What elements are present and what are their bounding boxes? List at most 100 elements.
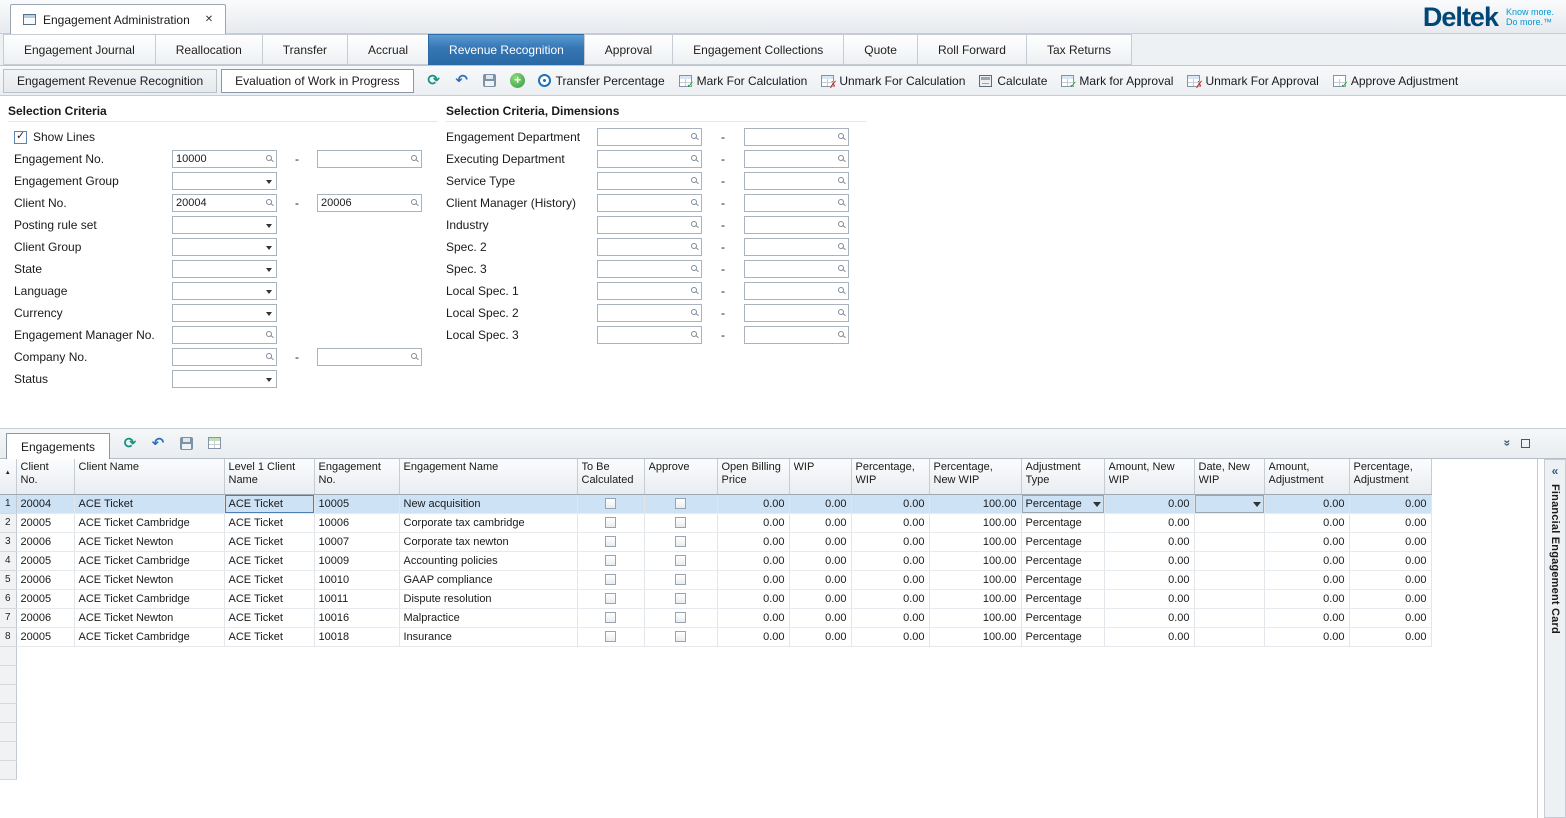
service-type-input[interactable] xyxy=(597,172,702,190)
cell-level1-client-name[interactable]: ACE Ticket xyxy=(224,589,314,608)
cell-percentage-adjustment[interactable]: 0.00 xyxy=(1349,513,1431,532)
cell-client-no[interactable]: 20006 xyxy=(16,532,74,551)
local-spec-1-to-input[interactable] xyxy=(744,282,849,300)
cell-engagement-no[interactable]: 10016 xyxy=(314,608,399,627)
cell-engagement-name[interactable]: Dispute resolution xyxy=(399,589,577,608)
engagement-group-input[interactable] xyxy=(172,172,277,190)
table-row[interactable]: 720006ACE Ticket NewtonACE Ticket10016Ma… xyxy=(0,608,1431,627)
row-number[interactable]: 8 xyxy=(0,627,16,646)
ribbon-tab-approval[interactable]: Approval xyxy=(584,34,673,65)
cell-percentage-new-wip[interactable]: 100.00 xyxy=(929,608,1021,627)
column-header-wip[interactable]: WIP xyxy=(789,459,851,494)
engagement-no-to-input[interactable] xyxy=(317,150,422,168)
table-row[interactable]: 120004ACE TicketACE Ticket10005New acqui… xyxy=(0,494,1431,513)
language-input[interactable] xyxy=(172,282,277,300)
approve-checkbox[interactable] xyxy=(675,593,686,604)
to-be-calculated-checkbox[interactable] xyxy=(605,536,616,547)
cell-wip[interactable]: 0.00 xyxy=(789,513,851,532)
mark-for-approval-button[interactable]: ✓Mark for Approval xyxy=(1061,74,1173,88)
undo-button[interactable]: ↶ xyxy=(148,433,168,453)
industry-input[interactable] xyxy=(597,216,702,234)
client-no-to-input[interactable]: 20006 xyxy=(317,194,422,212)
expand-panel-icon[interactable]: « xyxy=(1552,464,1559,478)
approve-checkbox[interactable] xyxy=(675,631,686,642)
subtab-evaluation-of-work-in-progress[interactable]: Evaluation of Work in Progress xyxy=(221,69,414,93)
cell-percentage-new-wip[interactable]: 100.00 xyxy=(929,570,1021,589)
cell-approve[interactable] xyxy=(644,608,717,627)
cell-engagement-no[interactable]: 10009 xyxy=(314,551,399,570)
cell-date-new-wip[interactable] xyxy=(1194,532,1264,551)
cell-engagement-name[interactable]: Corporate tax cambridge xyxy=(399,513,577,532)
local-spec-1-input[interactable] xyxy=(597,282,702,300)
row-number[interactable]: 3 xyxy=(0,532,16,551)
column-header-engagement-name[interactable]: Engagement Name xyxy=(399,459,577,494)
cell-engagement-name[interactable]: Accounting policies xyxy=(399,551,577,570)
cell-engagement-no[interactable]: 10005 xyxy=(314,494,399,513)
cell-level1-client-name[interactable]: ACE Ticket xyxy=(224,627,314,646)
status-input[interactable] xyxy=(172,370,277,388)
cell-wip[interactable]: 0.00 xyxy=(789,570,851,589)
ribbon-tab-tax-returns[interactable]: Tax Returns xyxy=(1026,34,1132,65)
maximize-panel-icon[interactable] xyxy=(1521,439,1530,448)
spec-2-to-input[interactable] xyxy=(744,238,849,256)
cell-wip[interactable]: 0.00 xyxy=(789,627,851,646)
cell-amount-new-wip[interactable]: 0.00 xyxy=(1104,551,1194,570)
column-header-client-name[interactable]: Client Name xyxy=(74,459,224,494)
cell-to-be-calculated[interactable] xyxy=(577,551,644,570)
cell-level1-client-name[interactable]: ACE Ticket xyxy=(224,494,314,513)
cell-percentage-wip[interactable]: 0.00 xyxy=(851,551,929,570)
cell-adjustment-type[interactable]: Percentage xyxy=(1021,551,1104,570)
cell-adjustment-type[interactable]: Percentage xyxy=(1021,589,1104,608)
cell-open-billing-price[interactable]: 0.00 xyxy=(717,589,789,608)
cell-engagement-name[interactable]: GAAP compliance xyxy=(399,570,577,589)
engagement-department-input[interactable] xyxy=(597,128,702,146)
table-row[interactable]: 520006ACE Ticket NewtonACE Ticket10010GA… xyxy=(0,570,1431,589)
cell-amount-adjustment[interactable]: 0.00 xyxy=(1264,513,1349,532)
refresh-button[interactable]: ⟳ xyxy=(120,433,140,453)
local-spec-2-input[interactable] xyxy=(597,304,702,322)
table-row[interactable]: 220005ACE Ticket CambridgeACE Ticket1000… xyxy=(0,513,1431,532)
column-header-date-new-wip[interactable]: Date, NewWIP xyxy=(1194,459,1264,494)
cell-client-name[interactable]: ACE Ticket Cambridge xyxy=(74,589,224,608)
window-tab[interactable]: Engagement Administration ✕ xyxy=(10,4,226,34)
column-header-adjustment-type[interactable]: AdjustmentType xyxy=(1021,459,1104,494)
cell-client-name[interactable]: ACE Ticket Cambridge xyxy=(74,551,224,570)
engagement-department-to-input[interactable] xyxy=(744,128,849,146)
calculate-button[interactable]: Calculate xyxy=(979,74,1047,88)
cell-amount-new-wip[interactable]: 0.00 xyxy=(1104,608,1194,627)
cell-amount-adjustment[interactable]: 0.00 xyxy=(1264,532,1349,551)
cell-amount-adjustment[interactable]: 0.00 xyxy=(1264,608,1349,627)
cell-client-name[interactable]: ACE Ticket Newton xyxy=(74,570,224,589)
cell-engagement-name[interactable]: Insurance xyxy=(399,627,577,646)
cell-level1-client-name[interactable]: ACE Ticket xyxy=(224,570,314,589)
row-number[interactable]: 2 xyxy=(0,513,16,532)
cell-percentage-adjustment[interactable]: 0.00 xyxy=(1349,627,1431,646)
cell-adjustment-type[interactable]: Percentage xyxy=(1021,627,1104,646)
ribbon-tab-quote[interactable]: Quote xyxy=(843,34,918,65)
cell-date-new-wip[interactable] xyxy=(1194,608,1264,627)
cell-engagement-no[interactable]: 10007 xyxy=(314,532,399,551)
cell-percentage-wip[interactable]: 0.00 xyxy=(851,494,929,513)
column-header-engagement-no[interactable]: EngagementNo. xyxy=(314,459,399,494)
cell-approve[interactable] xyxy=(644,532,717,551)
cell-client-name[interactable]: ACE Ticket Cambridge xyxy=(74,513,224,532)
cell-amount-new-wip[interactable]: 0.00 xyxy=(1104,494,1194,513)
table-row[interactable]: 620005ACE Ticket CambridgeACE Ticket1001… xyxy=(0,589,1431,608)
cell-percentage-wip[interactable]: 0.00 xyxy=(851,532,929,551)
cell-adjustment-type[interactable]: Percentage xyxy=(1021,513,1104,532)
cell-adjustment-type[interactable]: Percentage xyxy=(1021,532,1104,551)
cell-amount-new-wip[interactable]: 0.00 xyxy=(1104,627,1194,646)
state-input[interactable] xyxy=(172,260,277,278)
to-be-calculated-checkbox[interactable] xyxy=(605,631,616,642)
cell-level1-client-name[interactable]: ACE Ticket xyxy=(224,551,314,570)
cell-open-billing-price[interactable]: 0.00 xyxy=(717,627,789,646)
cell-to-be-calculated[interactable] xyxy=(577,608,644,627)
cell-engagement-name[interactable]: Malpractice xyxy=(399,608,577,627)
cell-client-no[interactable]: 20005 xyxy=(16,627,74,646)
cell-adjustment-type[interactable]: Percentage xyxy=(1021,570,1104,589)
currency-input[interactable] xyxy=(172,304,277,322)
executing-department-to-input[interactable] xyxy=(744,150,849,168)
cell-level1-client-name[interactable]: ACE Ticket xyxy=(224,532,314,551)
column-header-percentage-wip[interactable]: Percentage,WIP xyxy=(851,459,929,494)
cell-percentage-wip[interactable]: 0.00 xyxy=(851,608,929,627)
